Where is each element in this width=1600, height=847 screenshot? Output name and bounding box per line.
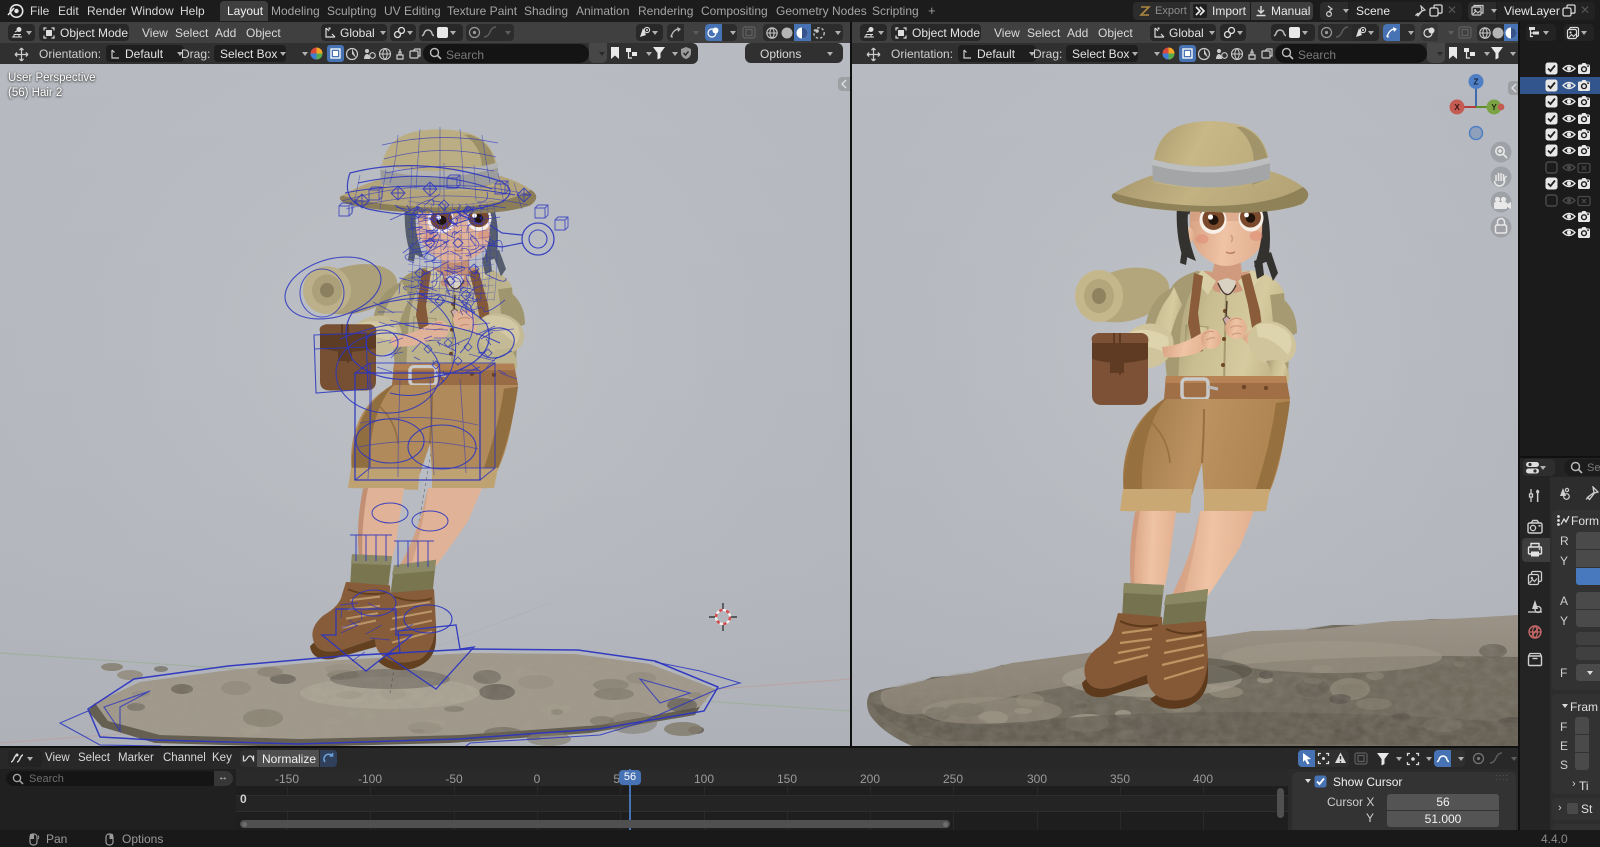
svg-text:Y: Y: [1491, 103, 1497, 112]
svg-text:X: X: [1454, 103, 1460, 112]
svg-text:Z: Z: [1474, 78, 1479, 87]
